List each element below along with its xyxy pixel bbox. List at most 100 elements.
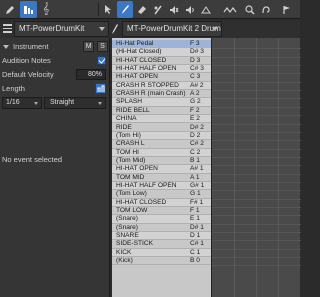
instrument-row: Instrument M S bbox=[0, 40, 110, 53]
pitch-name: HI-HAT CLOSED bbox=[116, 198, 167, 206]
pitch-note: E 1 bbox=[190, 215, 200, 223]
quantize-mode-select[interactable]: Straight bbox=[44, 97, 106, 109]
pitch-name: Hi-Hat Pedal bbox=[116, 40, 154, 47]
default-velocity-label: Default Velocity bbox=[2, 70, 54, 79]
pitch-note: F 1 bbox=[190, 207, 200, 214]
pitch-name: (Tom Mid) bbox=[116, 156, 146, 164]
treble-clef-icon[interactable]: 𝄞 bbox=[39, 1, 53, 18]
pitch-row[interactable]: Hi-Hat Pedal F 3 bbox=[112, 40, 211, 49]
chevron-down-icon bbox=[212, 27, 218, 31]
menu-icon[interactable] bbox=[3, 24, 12, 33]
track-selector-bar: MT-PowerDrumKit MT-PowerDrumKit 2 Drum M… bbox=[0, 20, 300, 38]
pitch-note: D# 1 bbox=[190, 223, 204, 231]
split-tool-icon[interactable] bbox=[151, 1, 165, 18]
pitch-row[interactable]: HI-HAT CLOSED D 3 bbox=[112, 56, 211, 66]
pitch-row[interactable]: HI-HAT CLOSED F# 1 bbox=[112, 198, 211, 207]
toolbar-divider bbox=[98, 3, 99, 16]
pitch-note: D# 2 bbox=[190, 123, 204, 131]
pitch-row[interactable]: RIDE BELL F 2 bbox=[112, 106, 211, 116]
pitch-note: A 2 bbox=[190, 90, 200, 98]
pencil-icon[interactable] bbox=[111, 22, 119, 36]
pitch-row[interactable]: HI-HAT HALF OPEN G# 1 bbox=[112, 181, 211, 191]
bend-icon[interactable] bbox=[221, 1, 241, 18]
pitch-row[interactable]: CHINA E 2 bbox=[112, 115, 211, 124]
instrument-track-selector[interactable]: MT-PowerDrumKit bbox=[14, 21, 109, 37]
pitch-note: A# 2 bbox=[190, 81, 204, 89]
pitch-name: (Kick) bbox=[116, 257, 133, 265]
length-quantize-button[interactable] bbox=[95, 83, 106, 94]
audition-notes-checkbox[interactable] bbox=[97, 56, 106, 65]
pitch-name: RIDE BELL bbox=[116, 106, 150, 114]
pitch-row[interactable]: (Hi-Hat Closed) D# 3 bbox=[112, 48, 211, 57]
listen-icon[interactable] bbox=[259, 1, 273, 18]
pitch-note: B 1 bbox=[190, 156, 200, 164]
piano-roll-icon[interactable] bbox=[20, 1, 37, 18]
pitch-note: E 2 bbox=[190, 115, 200, 123]
pitch-name: (Hi-Hat Closed) bbox=[116, 48, 162, 56]
pitch-row[interactable]: (Kick) B 0 bbox=[112, 257, 211, 266]
pitch-name: HI-HAT OPEN bbox=[116, 165, 158, 173]
grid-beat-line bbox=[278, 38, 279, 297]
zoom-icon[interactable] bbox=[243, 1, 257, 18]
pitch-note: C# 3 bbox=[190, 65, 204, 73]
pitch-row[interactable]: TOM MID A 1 bbox=[112, 174, 211, 182]
chevron-down-icon[interactable] bbox=[3, 44, 9, 49]
quantize-mode-value: Straight bbox=[50, 99, 75, 106]
pitch-name: CRASH L bbox=[116, 140, 145, 148]
pitch-note: F 3 bbox=[190, 40, 200, 47]
pitch-row[interactable]: KICK C 1 bbox=[112, 248, 211, 258]
pitch-row[interactable]: SIDE-STICK C# 1 bbox=[112, 240, 211, 249]
audition-tool-icon[interactable] bbox=[183, 1, 197, 18]
instrument-track-label: MT-PowerDrumKit bbox=[19, 24, 85, 33]
pitch-name: TOM HI bbox=[116, 148, 139, 156]
brush-tool-icon[interactable] bbox=[117, 1, 133, 18]
arrow-tool-icon[interactable] bbox=[101, 1, 115, 18]
no-event-message: No event selected bbox=[2, 155, 63, 164]
pencil-tool-icon[interactable] bbox=[2, 1, 18, 18]
pitch-row[interactable]: (Snare) E 1 bbox=[112, 215, 211, 224]
pitch-row[interactable]: RIDE D# 2 bbox=[112, 124, 211, 132]
pitch-row[interactable]: (Tom Low) G 1 bbox=[112, 190, 211, 199]
pitch-row[interactable]: TOM HI C 2 bbox=[112, 148, 211, 157]
pitch-name: (Snare) bbox=[116, 223, 138, 231]
pitch-name: KICK bbox=[116, 248, 132, 256]
note-grid[interactable] bbox=[211, 38, 301, 297]
chevron-down-icon bbox=[34, 102, 38, 105]
pitch-name: CHINA bbox=[116, 115, 137, 123]
pitch-row[interactable]: CRASH L C# 2 bbox=[112, 140, 211, 149]
pitch-name: (Tom Low) bbox=[116, 190, 147, 198]
pitch-row[interactable]: CRASH R STOPPED A# 2 bbox=[112, 81, 211, 91]
flag-icon[interactable] bbox=[280, 1, 294, 18]
solo-button[interactable]: S bbox=[97, 41, 108, 52]
pitch-row[interactable]: (Tom Mid) B 1 bbox=[112, 156, 211, 166]
eraser-tool-icon[interactable] bbox=[135, 1, 149, 18]
pitch-note: D 2 bbox=[190, 131, 201, 139]
pitch-name: (Snare) bbox=[116, 215, 138, 223]
mute-tool-icon[interactable] bbox=[167, 1, 181, 18]
pitch-name: HI-HAT CLOSED bbox=[116, 56, 167, 64]
pitch-row[interactable]: HI-HAT OPEN C 3 bbox=[112, 73, 211, 82]
chevron-down-icon bbox=[98, 102, 102, 105]
pitch-row[interactable]: CRASH R (main Crash) A 2 bbox=[112, 90, 211, 99]
pitch-row[interactable]: HI-HAT OPEN A# 1 bbox=[112, 165, 211, 174]
pitch-row[interactable]: SNARE D 1 bbox=[112, 232, 211, 241]
drum-map-selector[interactable]: MT-PowerDrumKit 2 Drum Map bbox=[122, 21, 222, 37]
edit-tool-icon[interactable] bbox=[199, 1, 213, 18]
pitch-name: HI-HAT OPEN bbox=[116, 73, 158, 81]
length-row: Length bbox=[0, 82, 110, 95]
pitch-name: (Tom Hi) bbox=[116, 131, 141, 139]
pitch-row[interactable]: SPLASH G 2 bbox=[112, 98, 211, 107]
pitch-note: G 1 bbox=[190, 190, 201, 198]
default-velocity-field[interactable]: 80% bbox=[76, 69, 106, 80]
pitch-row[interactable]: HI-HAT HALF OPEN C# 3 bbox=[112, 65, 211, 74]
quantize-grid-select[interactable]: 1/16 bbox=[2, 97, 42, 109]
quantize-row: 1/16 Straight bbox=[0, 96, 110, 109]
pitch-row[interactable]: (Tom Hi) D 2 bbox=[112, 131, 211, 141]
pitch-row[interactable]: (Snare) D# 1 bbox=[112, 223, 211, 233]
pitch-name: SIDE-STICK bbox=[116, 240, 154, 248]
pitch-note: G 2 bbox=[190, 98, 201, 106]
pitch-name: HI-HAT HALF OPEN bbox=[116, 181, 177, 189]
mute-button[interactable]: M bbox=[83, 41, 94, 52]
pitch-note: D# 3 bbox=[190, 48, 204, 56]
pitch-row[interactable]: TOM LOW F 1 bbox=[112, 207, 211, 216]
